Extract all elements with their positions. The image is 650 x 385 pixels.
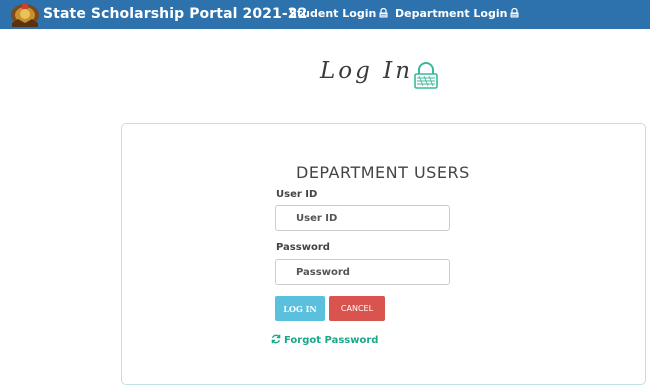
forgot-password-label: Forgot Password (284, 335, 379, 346)
nav-student-login[interactable]: Student Login (289, 7, 388, 21)
forgot-password-link[interactable]: Forgot Password (271, 334, 378, 347)
padlock-icon (414, 62, 438, 95)
cancel-button[interactable]: CANCEL (329, 296, 385, 321)
nav-department-login[interactable]: Department Login (395, 7, 519, 21)
form-title: DEPARTMENT USERS (296, 163, 470, 182)
lock-icon (510, 7, 519, 21)
refresh-icon (271, 334, 281, 347)
password-input[interactable] (275, 259, 450, 285)
userid-input[interactable] (275, 205, 450, 231)
portal-title[interactable]: State Scholarship Portal 2021-22 (43, 6, 307, 22)
state-emblem-logo[interactable] (9, 1, 41, 28)
password-label: Password (276, 242, 330, 253)
top-navbar: State Scholarship Portal 2021-22 Student… (0, 0, 650, 29)
nav-student-login-label: Student Login (289, 7, 377, 20)
userid-label: User ID (276, 189, 318, 200)
login-heading: Log In (320, 58, 438, 98)
login-heading-text: Log In (320, 58, 414, 84)
lock-icon (379, 7, 388, 21)
nav-department-login-label: Department Login (395, 7, 508, 20)
login-button[interactable]: LOG IN (275, 296, 325, 321)
